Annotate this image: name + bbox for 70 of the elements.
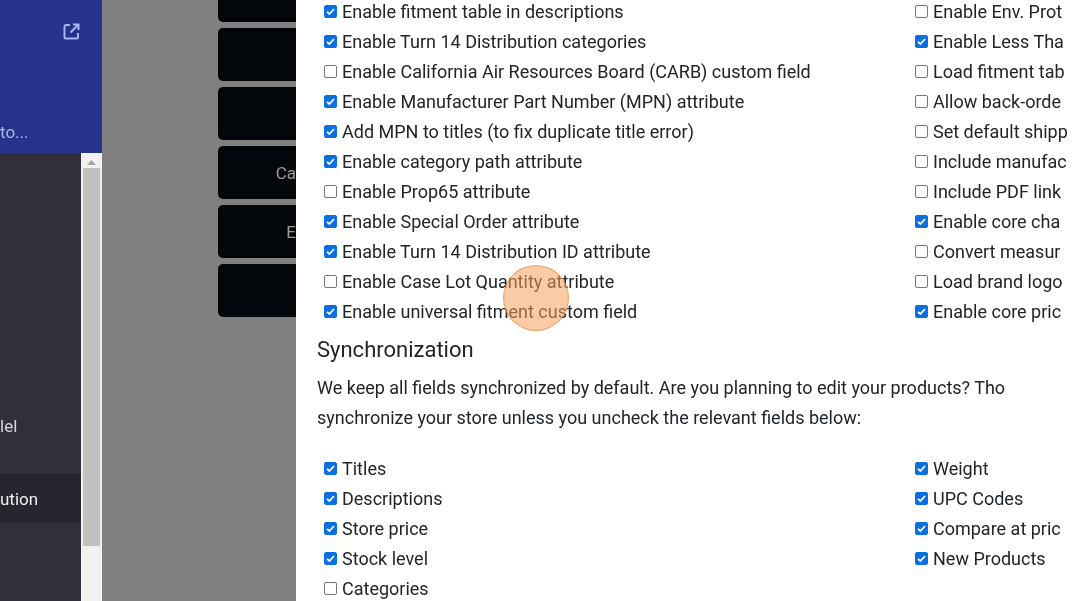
checkbox-label: Enable fitment table in descriptions bbox=[342, 0, 624, 22]
checkbox[interactable] bbox=[915, 521, 928, 535]
checkbox-label: Enable Less Tha bbox=[933, 30, 1064, 52]
checkbox[interactable] bbox=[915, 34, 928, 48]
section-heading: Synchronization bbox=[317, 336, 475, 364]
checkbox-label: New Products bbox=[933, 547, 1046, 569]
checkbox-label: Compare at pric bbox=[933, 517, 1061, 539]
checkbox[interactable] bbox=[915, 304, 928, 318]
menu-button[interactable]: Ca bbox=[218, 146, 296, 199]
checkbox[interactable] bbox=[915, 94, 928, 108]
checkbox[interactable] bbox=[324, 304, 337, 318]
checkbox[interactable] bbox=[915, 461, 928, 475]
checkbox[interactable] bbox=[915, 4, 928, 18]
checkbox-label: Enable Turn 14 Distribution categories bbox=[342, 30, 647, 52]
checkbox[interactable] bbox=[915, 551, 928, 565]
checkbox-label: Titles bbox=[342, 457, 387, 479]
checkbox[interactable] bbox=[915, 244, 928, 258]
checkbox[interactable] bbox=[324, 124, 337, 138]
checkbox-label: Enable Special Order attribute bbox=[342, 210, 580, 232]
checkbox-label: Enable Env. Prot bbox=[933, 0, 1063, 22]
checkbox[interactable] bbox=[915, 124, 928, 138]
checkbox-label: Include PDF link bbox=[933, 180, 1062, 202]
checkbox[interactable] bbox=[324, 581, 337, 595]
checkbox[interactable] bbox=[915, 274, 928, 288]
checkbox-label: Enable Turn 14 Distribution ID attribute bbox=[342, 240, 651, 262]
checkbox[interactable] bbox=[915, 184, 928, 198]
checkbox-label: Enable core cha bbox=[933, 210, 1061, 232]
checkbox[interactable] bbox=[324, 274, 337, 288]
checkbox[interactable] bbox=[324, 244, 337, 258]
checkbox[interactable] bbox=[324, 551, 337, 565]
sidebar-header-text: to... bbox=[0, 121, 30, 143]
checkbox[interactable] bbox=[324, 64, 337, 78]
scrollbar-thumb[interactable] bbox=[83, 168, 100, 546]
checkbox-label: Enable Prop65 attribute bbox=[342, 180, 531, 202]
checkbox[interactable] bbox=[324, 184, 337, 198]
checkbox-label: Weight bbox=[933, 457, 989, 479]
external-link-icon[interactable] bbox=[62, 22, 81, 41]
checkbox[interactable] bbox=[915, 491, 928, 505]
checkbox[interactable] bbox=[324, 4, 337, 18]
checkbox-label: Descriptions bbox=[342, 487, 443, 509]
menu-button[interactable]: E bbox=[218, 205, 296, 258]
sidebar-item[interactable]: lel bbox=[0, 401, 81, 450]
checkbox[interactable] bbox=[915, 214, 928, 228]
scrollbar[interactable] bbox=[81, 153, 102, 601]
checkbox-label: Load brand logo bbox=[933, 270, 1063, 292]
checkbox-label: Allow back-orde bbox=[933, 90, 1062, 112]
checkbox-label: Enable California Air Resources Board (CARB) custom field bbox=[342, 60, 811, 82]
checkbox[interactable] bbox=[324, 461, 337, 475]
checkbox-label: Set default shipp bbox=[933, 120, 1068, 142]
checkbox-label: Categories bbox=[342, 577, 429, 599]
checkbox-label: Stock level bbox=[342, 547, 428, 569]
checkbox[interactable] bbox=[324, 214, 337, 228]
checkbox-label: Enable Manufacturer Part Number (MPN) attribute bbox=[342, 90, 745, 112]
checkbox[interactable] bbox=[324, 491, 337, 505]
sidebar-item[interactable]: ution bbox=[0, 474, 81, 523]
checkbox[interactable] bbox=[324, 521, 337, 535]
checkbox[interactable] bbox=[324, 34, 337, 48]
checkbox-label: UPC Codes bbox=[933, 487, 1024, 509]
checkbox-label: Store price bbox=[342, 517, 429, 539]
checkbox-label: Load fitment tab bbox=[933, 60, 1065, 82]
checkbox[interactable] bbox=[324, 94, 337, 108]
checkbox-label: Include manufac bbox=[933, 150, 1067, 172]
checkbox-label: Enable category path attribute bbox=[342, 150, 583, 172]
checkbox-label: Add MPN to titles (to fix duplicate title error) bbox=[342, 120, 694, 142]
checkbox-label: Enable core pric bbox=[933, 300, 1062, 322]
checkbox[interactable] bbox=[915, 154, 928, 168]
checkbox[interactable] bbox=[324, 154, 337, 168]
section-description: We keep all fields synchronized by default. Are you planning to edit your products? Tho synchronize your store unless you uncheck the relevant fields below: bbox=[317, 376, 1007, 430]
checkbox[interactable] bbox=[915, 64, 928, 78]
checkbox-label: Convert measur bbox=[933, 240, 1061, 262]
